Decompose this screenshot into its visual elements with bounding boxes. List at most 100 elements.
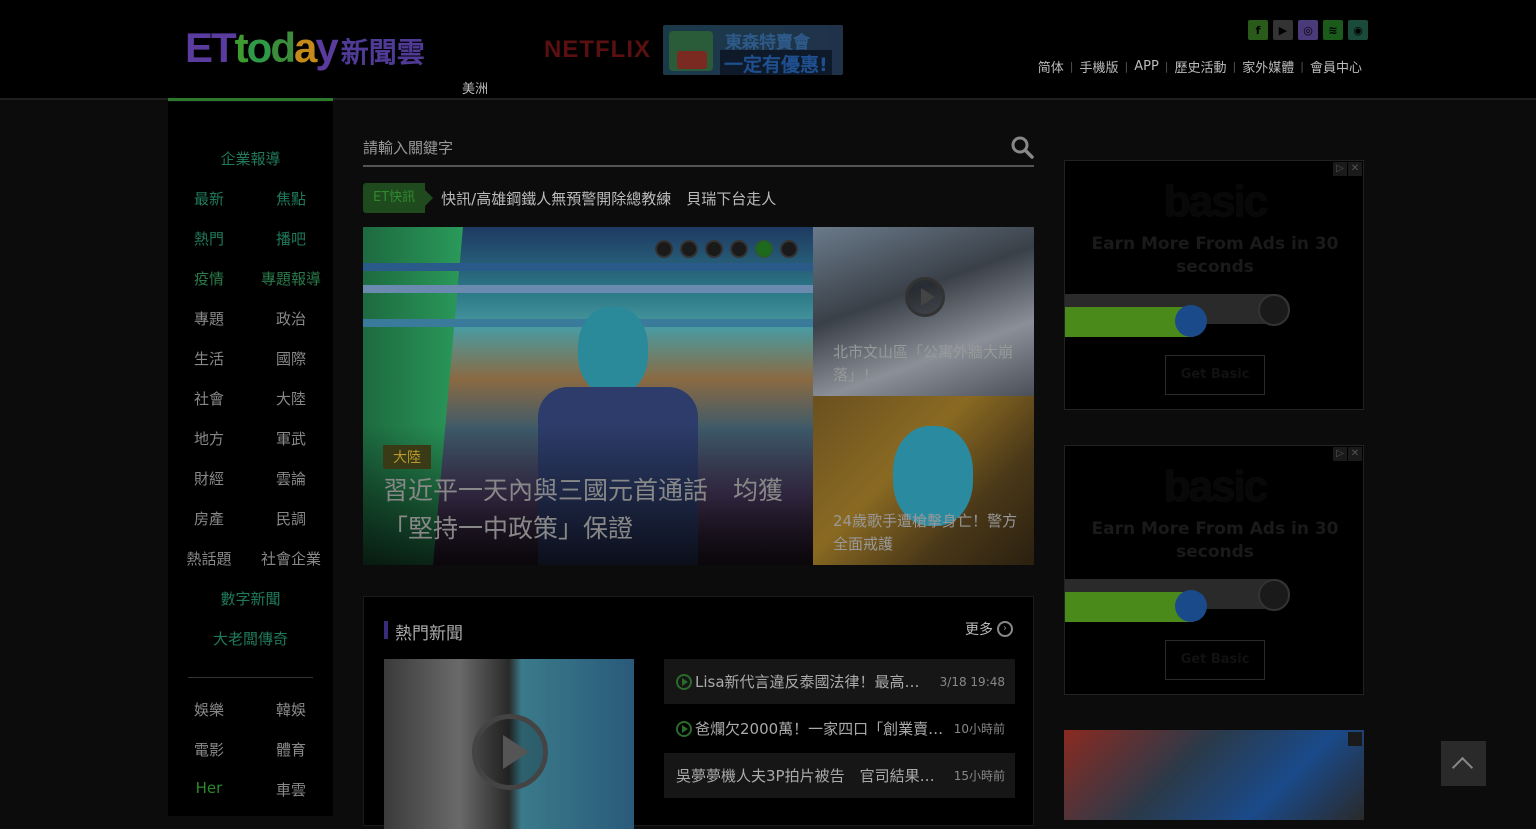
instagram-icon[interactable]: ◎ — [1298, 20, 1318, 40]
promo-banner[interactable]: 東森特賣會 一定有優惠! — [663, 25, 843, 75]
ad-banner-2[interactable]: ▷ ✕ basic Earn More From Ads in 30 second… — [1064, 445, 1364, 695]
search-icon[interactable] — [1010, 135, 1034, 159]
carousel-dot[interactable] — [680, 240, 698, 258]
top-nav-item[interactable]: 歷史活動 — [1169, 57, 1233, 76]
youtube-icon[interactable]: ▶ — [1273, 20, 1293, 40]
flash-headline[interactable]: 快訊/高雄鋼鐵人無預警開除總教練 貝瑞下台走人 — [441, 188, 776, 209]
ad-cta-button[interactable]: Get Basic — [1165, 355, 1265, 395]
carousel-dot[interactable] — [705, 240, 723, 258]
social-links: f ▶ ◎ ≋ ◉ — [1248, 20, 1368, 40]
ad-info-icon[interactable]: ▷ — [1333, 447, 1347, 461]
sidebar-item[interactable]: 娛樂 — [168, 699, 250, 720]
close-icon[interactable]: ✕ — [1348, 162, 1362, 176]
side-story-title: 北市文山區「公寓外牆大崩落」！ — [833, 343, 1014, 384]
hot-news-item[interactable]: 吳夢夢機人夫3P拍片被告 官司結果… 15小時前 — [664, 753, 1015, 798]
ad-brand: basic — [1163, 177, 1269, 226]
ad-logo-icon — [1258, 579, 1290, 611]
ad-progress-fill — [1065, 592, 1193, 622]
sidebar-item[interactable]: 焦點 — [250, 188, 332, 209]
play-icon — [676, 720, 692, 737]
hot-news-thumbnail[interactable] — [384, 659, 634, 829]
top-nav-item[interactable]: 會員中心 — [1304, 57, 1368, 76]
sidebar-item[interactable]: 社會 — [168, 388, 250, 409]
sidebar-item[interactable]: 政治 — [250, 308, 332, 329]
back-to-top-button[interactable] — [1441, 741, 1486, 786]
search-input[interactable] — [363, 135, 993, 161]
hot-news-time: 3/18 19:48 — [939, 674, 1005, 689]
sidebar-item[interactable]: 電影 — [168, 739, 250, 760]
ad-banner-1[interactable]: ▷ ✕ basic Earn More From Ads in 30 second… — [1064, 160, 1364, 410]
sidebar-item[interactable]: Her — [168, 779, 250, 800]
sidebar-item[interactable]: 車雲 — [250, 779, 332, 800]
top-nav-item[interactable]: 简体 — [1032, 57, 1070, 76]
sidebar-item[interactable]: 最新 — [168, 188, 250, 209]
sidebar-item[interactable]: 企業報導 — [168, 148, 333, 169]
sidebar-item[interactable]: 地方 — [168, 428, 250, 449]
sidebar-item[interactable]: 國際 — [250, 348, 332, 369]
ad-info-icon[interactable] — [1348, 732, 1362, 746]
facebook-icon[interactable]: f — [1248, 20, 1268, 40]
search-bar — [363, 133, 1034, 167]
sidebar-item[interactable]: 大陸 — [250, 388, 332, 409]
netflix-banner[interactable]: NETFLIX — [544, 36, 651, 64]
sidebar-item[interactable]: 韓娛 — [250, 699, 332, 720]
more-link[interactable]: 更多 › — [965, 619, 1013, 639]
headline-carousel-main[interactable]: 大陸 習近平一天內與三國元首通話 均獲「堅持一中政策」保證 — [363, 227, 813, 565]
sidebar-item[interactable]: 數字新聞 — [168, 588, 333, 609]
play-icon — [472, 714, 548, 790]
carousel-dot[interactable] — [655, 240, 673, 258]
hot-news-time: 15小時前 — [953, 769, 1005, 783]
hot-news-title: 吳夢夢機人夫3P拍片被告 官司結果… — [676, 767, 935, 785]
sidebar-item[interactable]: 大老闆傳奇 — [168, 628, 333, 649]
top-nav-item[interactable]: 家外媒體 — [1236, 57, 1300, 76]
ad-banner-3[interactable] — [1064, 730, 1364, 820]
carousel-dot[interactable] — [730, 240, 748, 258]
category-badge[interactable]: 大陸 — [383, 445, 431, 469]
sidebar-item[interactable]: 體育 — [250, 739, 332, 760]
ad-brand: basic — [1163, 462, 1269, 511]
headline-side-story-1[interactable]: 北市文山區「公寓外牆大崩落」！ — [813, 227, 1034, 396]
hot-news-list: Lisa新代言違反泰國法律！最高「… 3/18 19:48 爸爛欠2000萬！一家四… — [664, 659, 1015, 800]
sidebar-item[interactable]: 社會企業 — [250, 548, 332, 569]
sidebar-row: 專題 政治 — [168, 308, 333, 329]
ad-cta-button[interactable]: Get Basic — [1165, 640, 1265, 680]
hot-news-title: Lisa新代言違反泰國法律！最高「… — [695, 673, 934, 691]
sidebar-item[interactable]: 民調 — [250, 508, 332, 529]
ettoday-logo[interactable]: ET t oday 新聞雲 — [185, 24, 425, 74]
sidebar-row: 娛樂 韓娛 — [168, 699, 333, 720]
top-nav-item[interactable]: 手機版 — [1073, 57, 1124, 76]
rss-icon[interactable]: ≋ — [1323, 20, 1343, 40]
ad-progress-knob — [1175, 590, 1207, 622]
headline-title[interactable]: 習近平一天內與三國元首通話 均獲「堅持一中政策」保證 — [383, 472, 793, 548]
close-icon[interactable]: ✕ — [1348, 447, 1362, 461]
line-icon[interactable]: ◉ — [1348, 20, 1368, 40]
logo-underline — [168, 98, 333, 101]
sidebar-item[interactable]: 熱門 — [168, 228, 250, 249]
headline-side-story-2[interactable]: 24歲歌手遭槍擊身亡！警方全面戒護 — [813, 396, 1034, 565]
sidebar-item[interactable]: 專題報導 — [250, 268, 332, 289]
hot-news-item[interactable]: Lisa新代言違反泰國法律！最高「… 3/18 19:48 — [664, 659, 1015, 704]
hot-news-title: 爸爛欠2000萬！一家四口「創業賣… — [695, 720, 944, 738]
carousel-dot[interactable] — [780, 240, 798, 258]
sidebar-row: 大老闆傳奇 — [168, 628, 333, 649]
ad-info-icon[interactable]: ▷ — [1333, 162, 1347, 176]
hot-news-item[interactable]: 爸爛欠2000萬！一家四口「創業賣… 10小時前 — [664, 706, 1015, 751]
sidebar-item[interactable]: 財經 — [168, 468, 250, 489]
play-icon — [676, 673, 692, 690]
sidebar-item[interactable]: 房產 — [168, 508, 250, 529]
sidebar-item[interactable]: 軍武 — [250, 428, 332, 449]
logo-chinese: 新聞雲 — [340, 36, 425, 69]
carousel-dot[interactable] — [755, 240, 773, 258]
sidebar-item[interactable]: 播吧 — [250, 228, 332, 249]
sidebar-row: 社會 大陸 — [168, 388, 333, 409]
top-nav-item[interactable]: APP — [1128, 59, 1165, 74]
logo-t: t — [234, 24, 249, 71]
sidebar-item[interactable]: 熱話題 — [168, 548, 250, 569]
sidebar-item[interactable]: 專題 — [168, 308, 250, 329]
sidebar-row: Her 車雲 — [168, 779, 333, 800]
sidebar-item[interactable]: 生活 — [168, 348, 250, 369]
region-label[interactable]: 美洲 — [462, 78, 488, 97]
sidebar-item[interactable]: 疫情 — [168, 268, 250, 289]
sidebar-item[interactable]: 雲論 — [250, 468, 332, 489]
ad-progress-knob — [1175, 305, 1207, 337]
